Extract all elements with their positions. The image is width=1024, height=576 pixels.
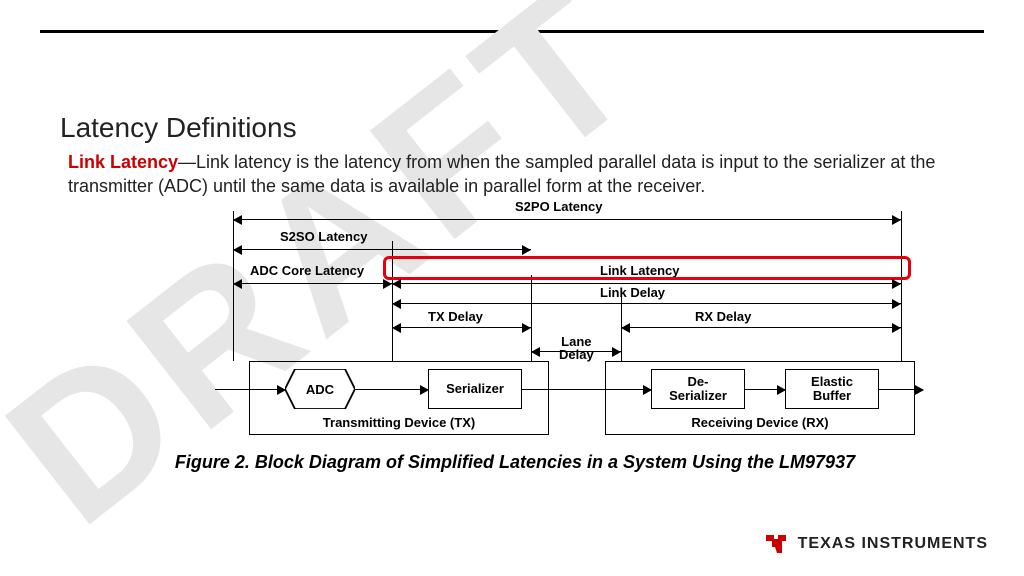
page-title: Latency Definitions: [60, 112, 297, 144]
latency-diagram: S2PO Latency S2SO Latency ADC Core Laten…: [185, 205, 925, 445]
label-s2so: S2SO Latency: [280, 229, 367, 244]
label-link-delay: Link Delay: [600, 285, 665, 300]
block-serializer-label: Serializer: [446, 382, 504, 396]
device-tx-label: Transmitting Device (TX): [250, 415, 548, 430]
label-rx-delay: RX Delay: [695, 309, 751, 324]
block-elastic-buffer-label: Elastic Buffer: [811, 375, 853, 404]
figure-caption: Figure 2. Block Diagram of Simplified La…: [65, 452, 965, 473]
wire-ser-deser: [522, 389, 651, 390]
label-s2po: S2PO Latency: [515, 199, 602, 214]
arrow-link-latency: [392, 283, 901, 284]
arrow-rx-delay: [621, 327, 901, 328]
definition-paragraph: Link Latency—Link latency is the latency…: [68, 150, 948, 199]
block-deserializer: De- Serializer: [651, 369, 745, 409]
highlight-link-latency: [383, 256, 911, 280]
tick-parallel-out: [901, 211, 902, 361]
arrow-s2so: [233, 249, 531, 250]
ti-logo-icon: [764, 532, 790, 556]
wire-deser-eb: [745, 389, 785, 390]
arrow-adc-core: [233, 283, 392, 284]
arrow-tx-delay: [392, 327, 531, 328]
block-serializer: Serializer: [428, 369, 522, 409]
ti-logo: TEXAS INSTRUMENTS: [764, 532, 988, 556]
wire-out: [879, 389, 923, 390]
block-elastic-buffer: Elastic Buffer: [785, 369, 879, 409]
label-adc-core: ADC Core Latency: [250, 263, 364, 278]
device-rx-label: Receiving Device (RX): [606, 415, 914, 430]
ti-logo-text: TEXAS INSTRUMENTS: [798, 535, 988, 553]
wire-adc-ser: [355, 389, 428, 390]
definition-dash: —: [178, 152, 196, 172]
arrow-link-delay: [392, 303, 901, 304]
block-adc-label: ADC: [306, 382, 334, 397]
arrow-lane-delay: [531, 351, 621, 352]
label-lane-delay: Lane Delay: [559, 335, 594, 361]
arrow-s2po: [233, 219, 901, 220]
block-deserializer-label: De- Serializer: [669, 375, 727, 404]
block-adc: ADC: [285, 369, 355, 409]
label-tx-delay: TX Delay: [428, 309, 483, 324]
wire-in-adc: [215, 389, 285, 390]
definition-term: Link Latency: [68, 152, 178, 172]
definition-text: Link latency is the latency from when th…: [68, 152, 935, 196]
